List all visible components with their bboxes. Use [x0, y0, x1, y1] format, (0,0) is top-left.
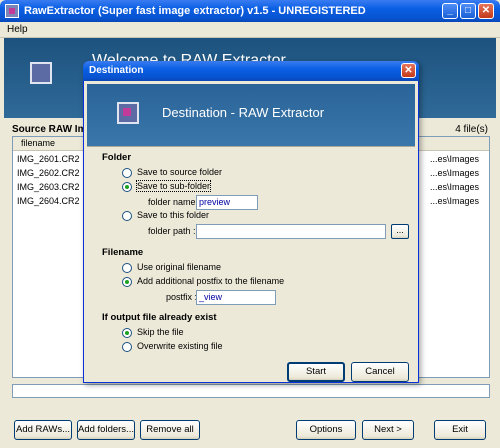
file-name[interactable]: IMG_2604.CR2 [17, 196, 80, 206]
options-button[interactable]: Options [296, 420, 356, 440]
main-title-bar[interactable]: RawExtractor (Super fast image extractor… [0, 0, 500, 22]
folder-name-label: folder name : [148, 197, 201, 207]
raw-extractor-logo-icon [30, 62, 52, 84]
add-raws-button[interactable]: Add RAWs... [14, 420, 72, 440]
file-path: ...es\Images [429, 196, 479, 206]
radio-indicator-selected [122, 277, 132, 287]
file-name[interactable]: IMG_2601.CR2 [17, 154, 80, 164]
postfix-input[interactable]: _view [196, 290, 276, 305]
dialog-banner-text: Destination - RAW Extractor [162, 105, 325, 120]
window-title: RawExtractor (Super fast image extractor… [24, 5, 366, 17]
divider [87, 146, 415, 147]
file-name[interactable]: IMG_2603.CR2 [17, 182, 80, 192]
radio-indicator [122, 168, 132, 178]
dialog-title: Destination [89, 65, 144, 76]
raw-extractor-logo-icon [117, 102, 139, 124]
exit-button[interactable]: Exit [434, 420, 486, 440]
file-name[interactable]: IMG_2602.CR2 [17, 168, 80, 178]
dialog-close-button[interactable]: ✕ [401, 63, 416, 78]
menu-bar: Help [0, 22, 500, 38]
file-path: ...es\Images [429, 168, 479, 178]
filename-heading: Filename [102, 247, 144, 258]
menu-help[interactable]: Help [7, 24, 28, 35]
radio-indicator [122, 211, 132, 221]
minimize-button[interactable]: _ [442, 3, 458, 19]
radio-indicator-selected [122, 328, 132, 338]
dialog-banner: Destination - RAW Extractor [87, 84, 415, 146]
folder-path-input[interactable] [196, 224, 386, 239]
add-folders-button[interactable]: Add folders... [77, 420, 135, 440]
postfix-label: postfix : [166, 292, 198, 302]
radio-indicator [122, 342, 132, 352]
file-count: 4 file(s) [455, 124, 488, 135]
progress-bar [12, 384, 490, 398]
radio-indicator [122, 263, 132, 273]
cancel-button[interactable]: Cancel [351, 362, 409, 382]
if-file-exists-heading: If output file already exist [102, 312, 217, 323]
next-button[interactable]: Next > [362, 420, 414, 440]
dialog-title-bar[interactable]: Destination ✕ [83, 61, 419, 81]
radio-indicator-selected [122, 182, 132, 192]
start-button[interactable]: Start [287, 362, 345, 382]
file-path: ...es\Images [429, 182, 479, 192]
destination-dialog: Destination ✕ Destination - RAW Extracto… [83, 61, 419, 383]
remove-all-button[interactable]: Remove all [140, 420, 200, 440]
folder-path-label: folder path : [148, 226, 196, 236]
browse-button[interactable]: ... [391, 224, 409, 239]
close-button[interactable]: ✕ [478, 3, 494, 19]
file-path: ...es\Images [429, 154, 479, 164]
maximize-button[interactable]: □ [460, 3, 476, 19]
folder-name-input[interactable]: preview [196, 195, 258, 210]
app-icon [5, 4, 19, 18]
folder-heading: Folder [102, 152, 132, 163]
